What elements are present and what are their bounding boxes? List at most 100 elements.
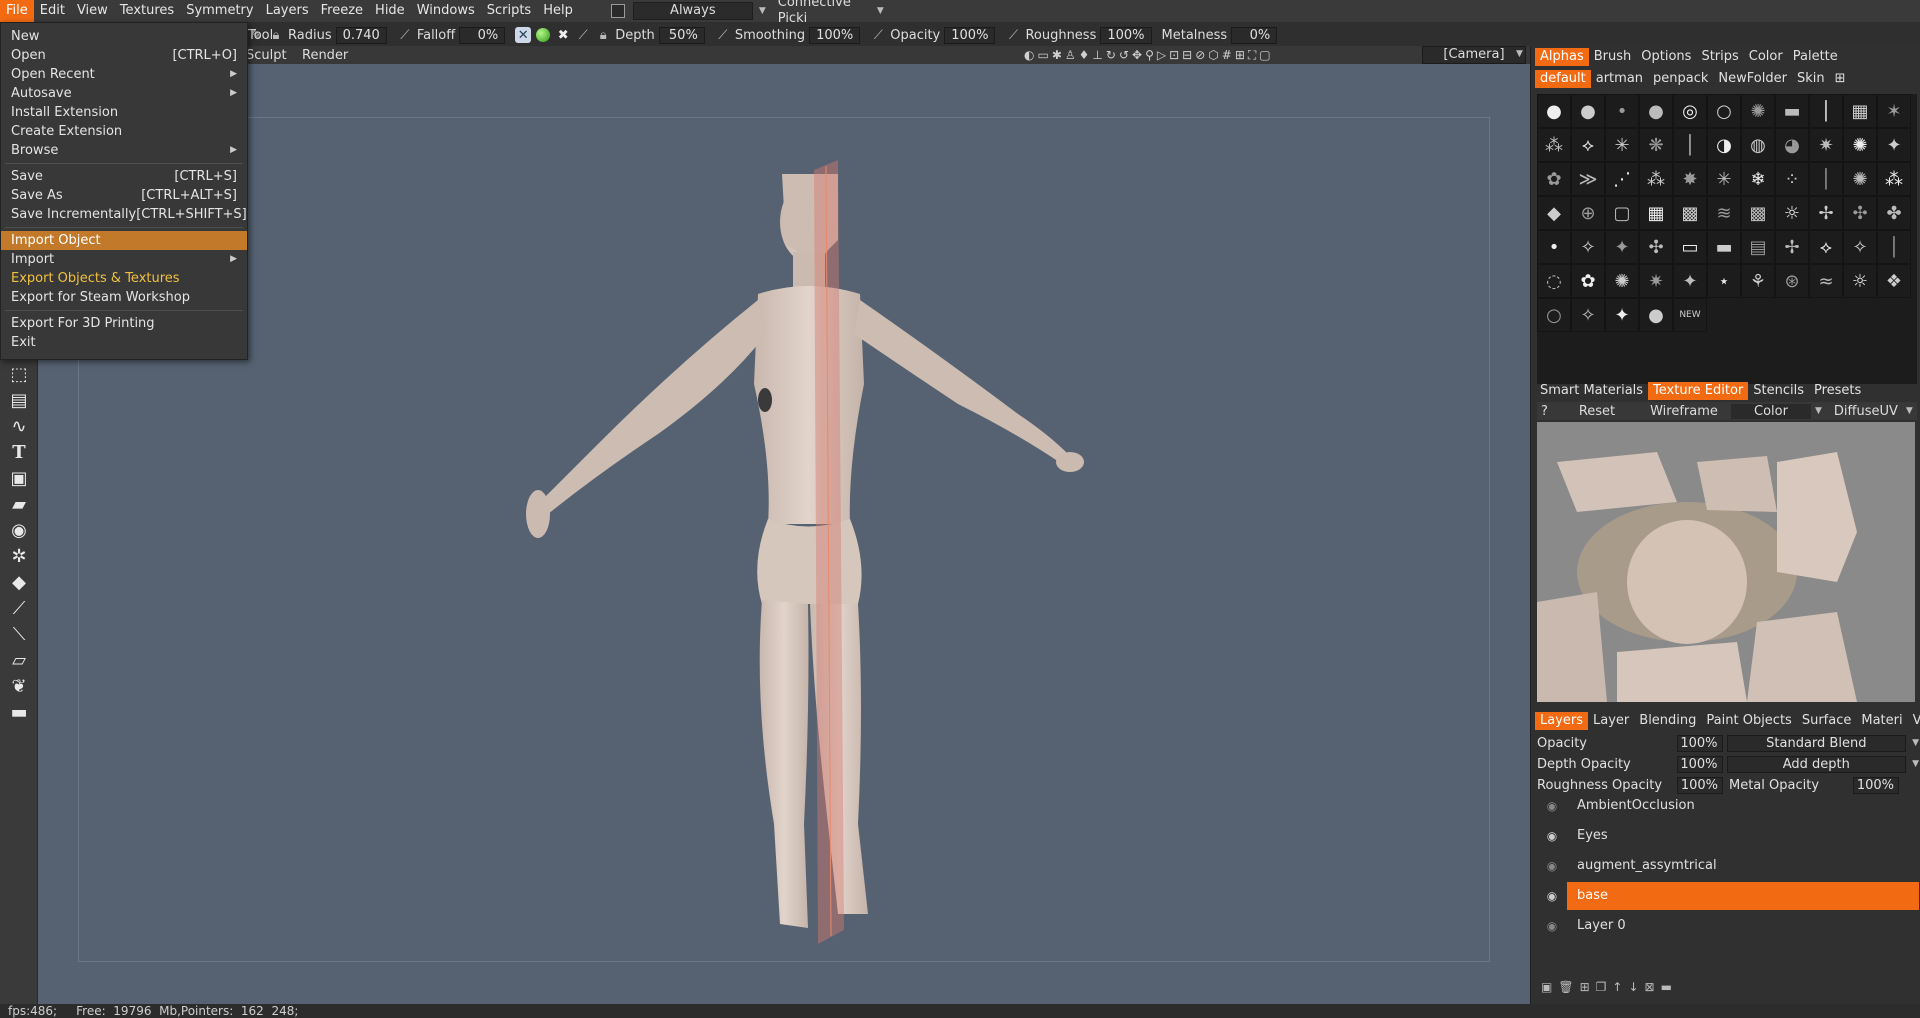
tab-presets[interactable]: Presets bbox=[1809, 382, 1866, 400]
room-tab-sculpt[interactable]: Sculpt bbox=[246, 48, 287, 63]
alpha-thumbnail[interactable]: ● bbox=[1639, 298, 1673, 332]
depth-field[interactable]: 50% bbox=[658, 26, 705, 44]
pen-pressure-icon-4[interactable]: ⟋ bbox=[1005, 27, 1021, 43]
alpha-thumbnail[interactable]: ✿ bbox=[1571, 264, 1605, 298]
menu-item-import-object[interactable]: Import Object bbox=[1, 231, 247, 250]
layer-item[interactable]: ◉ augment_assymtrical bbox=[1537, 852, 1919, 880]
color-dropdown[interactable]: Color bbox=[1731, 403, 1811, 419]
menu-item-save-incrementally[interactable]: Save Incrementally [CTRL+SHIFT+S] bbox=[1, 205, 247, 224]
alpha-thumbnail[interactable]: ◎ bbox=[1673, 94, 1707, 128]
zoom-icon[interactable]: ⚲ bbox=[1145, 48, 1154, 62]
rough-opacity-field[interactable]: 100% bbox=[1677, 776, 1723, 794]
grid-icon[interactable]: # bbox=[1222, 48, 1232, 62]
axis-icon[interactable]: ⊥ bbox=[1092, 48, 1102, 62]
text-tool-icon[interactable]: T bbox=[6, 440, 32, 464]
chevron-down-icon[interactable]: ▼ bbox=[1906, 406, 1913, 416]
eye-icon[interactable]: ◉ bbox=[1537, 889, 1567, 903]
drop-icon[interactable]: ♦ bbox=[1079, 48, 1090, 62]
tab-strips[interactable]: Strips bbox=[1696, 48, 1743, 66]
alpha-thumbnail[interactable]: ▦ bbox=[1639, 196, 1673, 230]
eraser-icon[interactable]: ▰ bbox=[6, 492, 32, 516]
frame-icon[interactable]: ▢ bbox=[1259, 48, 1270, 62]
person-icon[interactable]: ♙ bbox=[1065, 48, 1076, 62]
fill-tool-icon[interactable]: ▣ bbox=[6, 466, 32, 490]
alpha-thumbnail[interactable]: ⁂ bbox=[1877, 162, 1911, 196]
menu-item-exit[interactable]: Exit bbox=[1, 333, 247, 352]
tab-surface[interactable]: Surface bbox=[1797, 712, 1857, 730]
alpha-thumbnail[interactable]: ⟡ bbox=[1571, 128, 1605, 162]
alpha-thumbnail[interactable]: ▭ bbox=[1673, 230, 1707, 264]
alpha-thumbnail[interactable]: ≫ bbox=[1571, 162, 1605, 196]
tab-layer[interactable]: Layer bbox=[1588, 712, 1634, 730]
merge-icon[interactable]: ⊠ bbox=[1645, 980, 1655, 994]
alpha-thumbnail[interactable]: ◍ bbox=[1741, 128, 1775, 162]
menu-item-save[interactable]: Save [CTRL+S] bbox=[1, 167, 247, 186]
pen-icon[interactable]: ⟋ bbox=[575, 27, 591, 43]
layer-item[interactable]: ◉ AmbientOcclusion bbox=[1537, 792, 1919, 820]
tab-voxtree[interactable]: VoxTree bbox=[1908, 712, 1920, 730]
tab-newfolder[interactable]: NewFolder bbox=[1713, 70, 1792, 88]
light-icon[interactable]: ✱ bbox=[1052, 48, 1062, 62]
picking-dropdown[interactable]: Connective Picki ▼ bbox=[771, 0, 890, 26]
wand-icon[interactable]: ⟋ bbox=[6, 596, 32, 620]
menu-item-export-3d[interactable]: Export For 3D Printing bbox=[1, 314, 247, 333]
tab-default[interactable]: default bbox=[1535, 70, 1591, 88]
layer-item[interactable]: ◉ Eyes bbox=[1537, 822, 1919, 850]
alpha-thumbnail[interactable]: │ bbox=[1673, 128, 1707, 162]
iron-icon[interactable]: ▱ bbox=[6, 648, 32, 672]
play-icon[interactable]: ▷ bbox=[1157, 48, 1166, 62]
alpha-thumbnail[interactable]: ❄ bbox=[1741, 162, 1775, 196]
alpha-thumbnail[interactable]: ✧ bbox=[1571, 298, 1605, 332]
alpha-thumbnail[interactable]: ≈ bbox=[1809, 264, 1843, 298]
menu-textures[interactable]: Textures bbox=[114, 0, 180, 22]
alpha-thumbnail[interactable]: • bbox=[1605, 94, 1639, 128]
always-checkbox[interactable] bbox=[610, 4, 625, 18]
no-icon[interactable]: ⊘ bbox=[1195, 48, 1205, 62]
alpha-thumbnail[interactable]: ✤ bbox=[1877, 196, 1911, 230]
menu-symmetry[interactable]: Symmetry bbox=[180, 0, 259, 22]
move-icon[interactable]: ✥ bbox=[1132, 48, 1142, 62]
texture-preview[interactable] bbox=[1537, 422, 1915, 702]
menu-item-import[interactable]: Import ▶ bbox=[1, 250, 247, 269]
alpha-thumbnail[interactable]: │ bbox=[1809, 162, 1843, 196]
tab-layers[interactable]: Layers bbox=[1535, 712, 1589, 730]
x-mark-icon[interactable]: ✕ bbox=[515, 27, 532, 43]
ortho-icon[interactable]: ⊞ bbox=[1235, 48, 1245, 62]
rotate-left-icon[interactable]: ↺ bbox=[1119, 48, 1129, 62]
menu-scripts[interactable]: Scripts bbox=[481, 0, 537, 22]
alpha-thumbnail[interactable]: ✦ bbox=[1673, 264, 1707, 298]
alpha-thumbnail[interactable]: ≋ bbox=[1707, 196, 1741, 230]
alpha-thumbnail[interactable]: ⊕ bbox=[1571, 196, 1605, 230]
blend-mode-dropdown[interactable]: Standard Blend bbox=[1726, 734, 1907, 752]
alpha-thumbnail[interactable]: ⁘ bbox=[1775, 162, 1809, 196]
tab-skin[interactable]: Skin bbox=[1792, 70, 1830, 88]
alpha-thumbnail[interactable]: ✦ bbox=[1877, 128, 1911, 162]
reset-button[interactable]: Reset bbox=[1557, 404, 1637, 419]
menu-item-export-steam[interactable]: Export for Steam Workshop bbox=[1, 288, 247, 307]
menu-item-browse[interactable]: Browse ▶ bbox=[1, 141, 247, 160]
depth-mode-dropdown[interactable]: Add depth bbox=[1726, 755, 1907, 773]
add-layer-icon[interactable]: ⊞ bbox=[1580, 980, 1590, 994]
rotate-icon[interactable]: ↻ bbox=[1106, 48, 1116, 62]
tab-color[interactable]: Color bbox=[1744, 48, 1788, 66]
menu-view[interactable]: View bbox=[71, 0, 114, 22]
alpha-thumbnail[interactable]: ☼ bbox=[1843, 264, 1877, 298]
add-folder-icon[interactable]: ⊞ bbox=[1830, 70, 1851, 88]
pen-pressure-icon[interactable]: ⟋ bbox=[397, 27, 413, 43]
alpha-thumbnail[interactable]: ▬ bbox=[1707, 230, 1741, 264]
alpha-thumbnail[interactable]: ▦ bbox=[1843, 94, 1877, 128]
ruler-icon[interactable]: ▬ bbox=[6, 700, 32, 724]
tab-smart-materials[interactable]: Smart Materials bbox=[1535, 382, 1648, 400]
metalness-field[interactable]: 0% bbox=[1231, 26, 1278, 44]
alpha-thumbnail[interactable]: ✳ bbox=[1707, 162, 1741, 196]
tab-paint-objects[interactable]: Paint Objects bbox=[1701, 712, 1796, 730]
eye-icon[interactable]: ◉ bbox=[1537, 919, 1567, 933]
tab-brush[interactable]: Brush bbox=[1589, 48, 1637, 66]
close-icon[interactable]: ✖ bbox=[555, 27, 571, 43]
tab-texture-editor[interactable]: Texture Editor bbox=[1648, 382, 1749, 400]
metal-opacity-field[interactable]: 100% bbox=[1853, 776, 1899, 794]
menu-item-create-extension[interactable]: Create Extension bbox=[1, 122, 247, 141]
layer-item-selected[interactable]: ◉ base bbox=[1537, 882, 1919, 910]
eye-icon[interactable]: ◉ bbox=[6, 518, 32, 542]
wireframe-toggle[interactable]: Wireframe bbox=[1637, 404, 1731, 419]
